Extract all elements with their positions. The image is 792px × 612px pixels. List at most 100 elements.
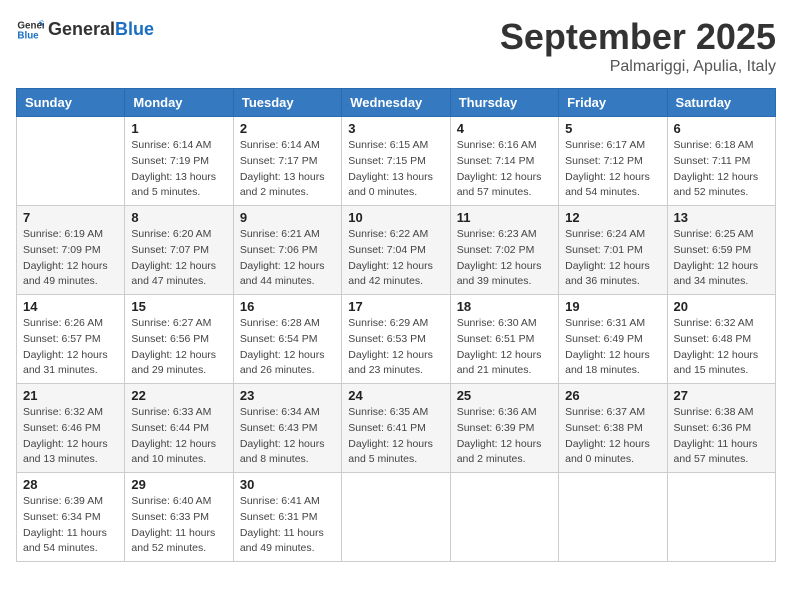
day-header-tuesday: Tuesday <box>233 89 341 117</box>
day-number: 21 <box>23 388 118 403</box>
day-info: Sunrise: 6:35 AM Sunset: 6:41 PM Dayligh… <box>348 405 443 468</box>
calendar-cell: 23 Sunrise: 6:34 AM Sunset: 6:43 PM Dayli… <box>233 384 341 473</box>
calendar-cell: 25 Sunrise: 6:36 AM Sunset: 6:39 PM Dayli… <box>450 384 558 473</box>
calendar-cell: 7 Sunrise: 6:19 AM Sunset: 7:09 PM Daylig… <box>17 206 125 295</box>
day-number: 22 <box>131 388 226 403</box>
calendar-week-3: 14 Sunrise: 6:26 AM Sunset: 6:57 PM Dayli… <box>17 295 776 384</box>
day-number: 7 <box>23 210 118 225</box>
day-number: 11 <box>457 210 552 225</box>
title-block: September 2025 Palmariggi, Apulia, Italy <box>500 16 776 76</box>
calendar-cell <box>17 117 125 206</box>
logo-icon: General Blue <box>16 16 44 44</box>
day-info: Sunrise: 6:22 AM Sunset: 7:04 PM Dayligh… <box>348 227 443 290</box>
calendar-cell: 14 Sunrise: 6:26 AM Sunset: 6:57 PM Dayli… <box>17 295 125 384</box>
day-info: Sunrise: 6:32 AM Sunset: 6:48 PM Dayligh… <box>674 316 769 379</box>
calendar-cell: 28 Sunrise: 6:39 AM Sunset: 6:34 PM Dayli… <box>17 473 125 562</box>
calendar-week-5: 28 Sunrise: 6:39 AM Sunset: 6:34 PM Dayli… <box>17 473 776 562</box>
day-info: Sunrise: 6:32 AM Sunset: 6:46 PM Dayligh… <box>23 405 118 468</box>
day-number: 16 <box>240 299 335 314</box>
calendar-cell: 21 Sunrise: 6:32 AM Sunset: 6:46 PM Dayli… <box>17 384 125 473</box>
calendar-cell <box>667 473 775 562</box>
day-info: Sunrise: 6:28 AM Sunset: 6:54 PM Dayligh… <box>240 316 335 379</box>
day-number: 3 <box>348 121 443 136</box>
month-title: September 2025 <box>500 16 776 58</box>
day-number: 12 <box>565 210 660 225</box>
calendar-cell: 2 Sunrise: 6:14 AM Sunset: 7:17 PM Daylig… <box>233 117 341 206</box>
calendar-cell: 20 Sunrise: 6:32 AM Sunset: 6:48 PM Dayli… <box>667 295 775 384</box>
calendar-cell: 9 Sunrise: 6:21 AM Sunset: 7:06 PM Daylig… <box>233 206 341 295</box>
day-info: Sunrise: 6:21 AM Sunset: 7:06 PM Dayligh… <box>240 227 335 290</box>
calendar-cell <box>450 473 558 562</box>
day-header-sunday: Sunday <box>17 89 125 117</box>
calendar-cell: 3 Sunrise: 6:15 AM Sunset: 7:15 PM Daylig… <box>342 117 450 206</box>
day-info: Sunrise: 6:18 AM Sunset: 7:11 PM Dayligh… <box>674 138 769 201</box>
day-number: 26 <box>565 388 660 403</box>
day-number: 1 <box>131 121 226 136</box>
calendar-cell: 15Sunrise: 6:27 AM Sunset: 6:56 PM Dayli… <box>125 295 233 384</box>
day-info: Sunrise: 6:16 AM Sunset: 7:14 PM Dayligh… <box>457 138 552 201</box>
day-info: Sunrise: 6:31 AM Sunset: 6:49 PM Dayligh… <box>565 316 660 379</box>
day-number: 24 <box>348 388 443 403</box>
day-number: 10 <box>348 210 443 225</box>
svg-text:Blue: Blue <box>17 30 39 41</box>
calendar-cell: 24 Sunrise: 6:35 AM Sunset: 6:41 PM Dayli… <box>342 384 450 473</box>
day-info: Sunrise: 6:26 AM Sunset: 6:57 PM Dayligh… <box>23 316 118 379</box>
day-number: 9 <box>240 210 335 225</box>
day-header-thursday: Thursday <box>450 89 558 117</box>
day-info: Sunrise: 6:37 AM Sunset: 6:38 PM Dayligh… <box>565 405 660 468</box>
day-info: Sunrise: 6:40 AM Sunset: 6:33 PM Dayligh… <box>131 494 226 557</box>
day-header-monday: Monday <box>125 89 233 117</box>
day-number: 15 <box>131 299 226 314</box>
day-number: 13 <box>674 210 769 225</box>
day-number: 28 <box>23 477 118 492</box>
calendar-week-4: 21 Sunrise: 6:32 AM Sunset: 6:46 PM Dayli… <box>17 384 776 473</box>
day-info: Sunrise: 6:38 AM Sunset: 6:36 PM Dayligh… <box>674 405 769 468</box>
day-info: Sunrise: 6:15 AM Sunset: 7:15 PM Dayligh… <box>348 138 443 201</box>
day-number: 17 <box>348 299 443 314</box>
day-number: 27 <box>674 388 769 403</box>
day-number: 5 <box>565 121 660 136</box>
calendar-week-1: 1Sunrise: 6:14 AM Sunset: 7:19 PM Daylig… <box>17 117 776 206</box>
calendar-cell: 13 Sunrise: 6:25 AM Sunset: 6:59 PM Dayli… <box>667 206 775 295</box>
day-info: Sunrise: 6:41 AM Sunset: 6:31 PM Dayligh… <box>240 494 335 557</box>
day-number: 18 <box>457 299 552 314</box>
calendar-cell: 4 Sunrise: 6:16 AM Sunset: 7:14 PM Daylig… <box>450 117 558 206</box>
logo-general: General <box>48 19 115 39</box>
day-number: 23 <box>240 388 335 403</box>
day-number: 25 <box>457 388 552 403</box>
day-info: Sunrise: 6:19 AM Sunset: 7:09 PM Dayligh… <box>23 227 118 290</box>
day-number: 29 <box>131 477 226 492</box>
day-number: 2 <box>240 121 335 136</box>
day-info: Sunrise: 6:20 AM Sunset: 7:07 PM Dayligh… <box>131 227 226 290</box>
day-info: Sunrise: 6:25 AM Sunset: 6:59 PM Dayligh… <box>674 227 769 290</box>
calendar-week-2: 7 Sunrise: 6:19 AM Sunset: 7:09 PM Daylig… <box>17 206 776 295</box>
day-number: 20 <box>674 299 769 314</box>
day-info: Sunrise: 6:36 AM Sunset: 6:39 PM Dayligh… <box>457 405 552 468</box>
calendar-cell: 8 Sunrise: 6:20 AM Sunset: 7:07 PM Daylig… <box>125 206 233 295</box>
day-info: Sunrise: 6:34 AM Sunset: 6:43 PM Dayligh… <box>240 405 335 468</box>
day-info: Sunrise: 6:29 AM Sunset: 6:53 PM Dayligh… <box>348 316 443 379</box>
page-header: General Blue General Blue September 2025 … <box>16 16 776 76</box>
calendar-header-row: SundayMondayTuesdayWednesdayThursdayFrid… <box>17 89 776 117</box>
day-info: Sunrise: 6:33 AM Sunset: 6:44 PM Dayligh… <box>131 405 226 468</box>
day-number: 30 <box>240 477 335 492</box>
day-number: 4 <box>457 121 552 136</box>
day-info: Sunrise: 6:23 AM Sunset: 7:02 PM Dayligh… <box>457 227 552 290</box>
day-number: 14 <box>23 299 118 314</box>
day-info: Sunrise: 6:39 AM Sunset: 6:34 PM Dayligh… <box>23 494 118 557</box>
calendar-cell: 27 Sunrise: 6:38 AM Sunset: 6:36 PM Dayli… <box>667 384 775 473</box>
day-info: Sunrise: 6:14 AM Sunset: 7:17 PM Dayligh… <box>240 138 335 201</box>
day-info: Sunrise: 6:30 AM Sunset: 6:51 PM Dayligh… <box>457 316 552 379</box>
day-number: 19 <box>565 299 660 314</box>
day-header-wednesday: Wednesday <box>342 89 450 117</box>
calendar-cell: 19 Sunrise: 6:31 AM Sunset: 6:49 PM Dayli… <box>559 295 667 384</box>
calendar-cell: 10 Sunrise: 6:22 AM Sunset: 7:04 PM Dayli… <box>342 206 450 295</box>
calendar-cell: 1Sunrise: 6:14 AM Sunset: 7:19 PM Daylig… <box>125 117 233 206</box>
day-number: 8 <box>131 210 226 225</box>
calendar-cell: 29 Sunrise: 6:40 AM Sunset: 6:33 PM Dayli… <box>125 473 233 562</box>
calendar-cell: 5 Sunrise: 6:17 AM Sunset: 7:12 PM Daylig… <box>559 117 667 206</box>
day-info: Sunrise: 6:24 AM Sunset: 7:01 PM Dayligh… <box>565 227 660 290</box>
calendar-cell: 26 Sunrise: 6:37 AM Sunset: 6:38 PM Dayli… <box>559 384 667 473</box>
day-info: Sunrise: 6:17 AM Sunset: 7:12 PM Dayligh… <box>565 138 660 201</box>
calendar-cell: 22 Sunrise: 6:33 AM Sunset: 6:44 PM Dayli… <box>125 384 233 473</box>
